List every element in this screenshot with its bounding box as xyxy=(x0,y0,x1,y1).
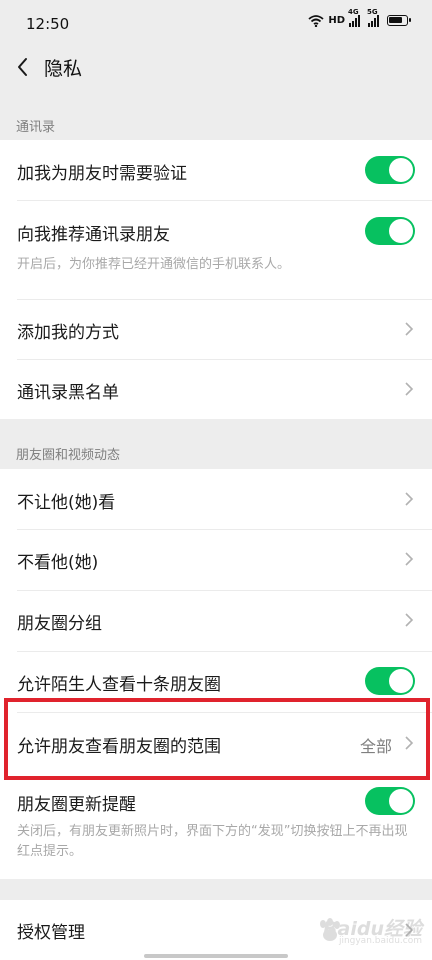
chevron-right-icon xyxy=(404,550,414,568)
row-label: 不让他(她)看 xyxy=(17,493,116,513)
back-button[interactable] xyxy=(10,50,40,84)
page-title: 隐私 xyxy=(44,58,83,80)
home-indicator[interactable] xyxy=(144,954,288,958)
row-recommend-contacts: 向我推荐通讯录朋友 开启后，为你推荐已经开通微信的手机联系人。 xyxy=(0,201,432,299)
wifi-icon xyxy=(308,14,324,27)
chevron-right-icon xyxy=(404,490,414,508)
status-bar: 12:50 HD 4G 5G xyxy=(0,0,432,46)
signal-icon-sim2: 5G xyxy=(367,8,379,27)
friend-verification-toggle[interactable] xyxy=(365,156,415,184)
row-label: 朋友圈更新提醒 xyxy=(17,795,136,815)
row-add-me-methods[interactable]: 添加我的方式 xyxy=(0,300,432,359)
row-label: 不看他(她) xyxy=(17,553,99,573)
moments-group: 不让他(她)看 不看他(她) 朋友圈分组 允许陌生人查看十条朋友圈 允许朋友查看… xyxy=(0,469,432,879)
row-hide-my-moments[interactable]: 不让他(她)看 xyxy=(0,469,432,529)
section-label-moments: 朋友圈和视频动态 xyxy=(16,448,121,463)
contacts-group: 加我为朋友时需要验证 向我推荐通讯录朋友 开启后，为你推荐已经开通微信的手机联系… xyxy=(0,140,432,419)
row-label: 添加我的方式 xyxy=(17,323,119,343)
hd-indicator: HD xyxy=(328,15,345,26)
signal-icon-sim1: 4G xyxy=(348,8,360,27)
row-moments-groups[interactable]: 朋友圈分组 xyxy=(0,591,432,651)
status-icons: HD 4G 5G xyxy=(308,8,411,27)
nav-bar: 隐私 xyxy=(0,46,432,88)
strangers-ten-posts-toggle[interactable] xyxy=(365,667,415,695)
row-label: 加我为朋友时需要验证 xyxy=(17,164,187,184)
back-arrow-icon xyxy=(18,58,27,76)
moments-update-reminder-toggle[interactable] xyxy=(365,787,415,815)
row-label: 允许陌生人查看十条朋友圈 xyxy=(17,675,221,695)
row-label: 通讯录黑名单 xyxy=(17,383,119,403)
row-friend-verification: 加我为朋友时需要验证 xyxy=(0,140,432,200)
row-description: 关闭后，有朋友更新照片时，界面下方的“发现”切换按钮上不再出现红点提示。 xyxy=(17,824,408,859)
status-time: 12:50 xyxy=(26,15,70,33)
row-contacts-blacklist[interactable]: 通讯录黑名单 xyxy=(0,360,432,419)
row-label: 授权管理 xyxy=(17,923,85,943)
chevron-right-icon xyxy=(404,611,414,629)
battery-icon xyxy=(387,15,411,26)
row-hide-their-moments[interactable]: 不看他(她) xyxy=(0,530,432,590)
chevron-right-icon xyxy=(404,320,414,338)
baidu-watermark: Baidu经验 jingyan.baidu.com xyxy=(312,914,422,948)
row-description: 开启后，为你推荐已经开通微信的手机联系人。 xyxy=(17,257,291,272)
chevron-right-icon xyxy=(404,380,414,398)
row-moments-update-reminder: 朋友圈更新提醒 关闭后，有朋友更新照片时，界面下方的“发现”切换按钮上不再出现红… xyxy=(0,774,432,879)
section-label-contacts: 通讯录 xyxy=(16,120,56,135)
recommend-contacts-toggle[interactable] xyxy=(365,217,415,245)
highlight-box xyxy=(4,698,430,780)
row-label: 向我推荐通讯录朋友 xyxy=(17,225,170,245)
row-label: 朋友圈分组 xyxy=(17,614,102,634)
watermark-url: jingyan.baidu.com xyxy=(338,936,422,946)
